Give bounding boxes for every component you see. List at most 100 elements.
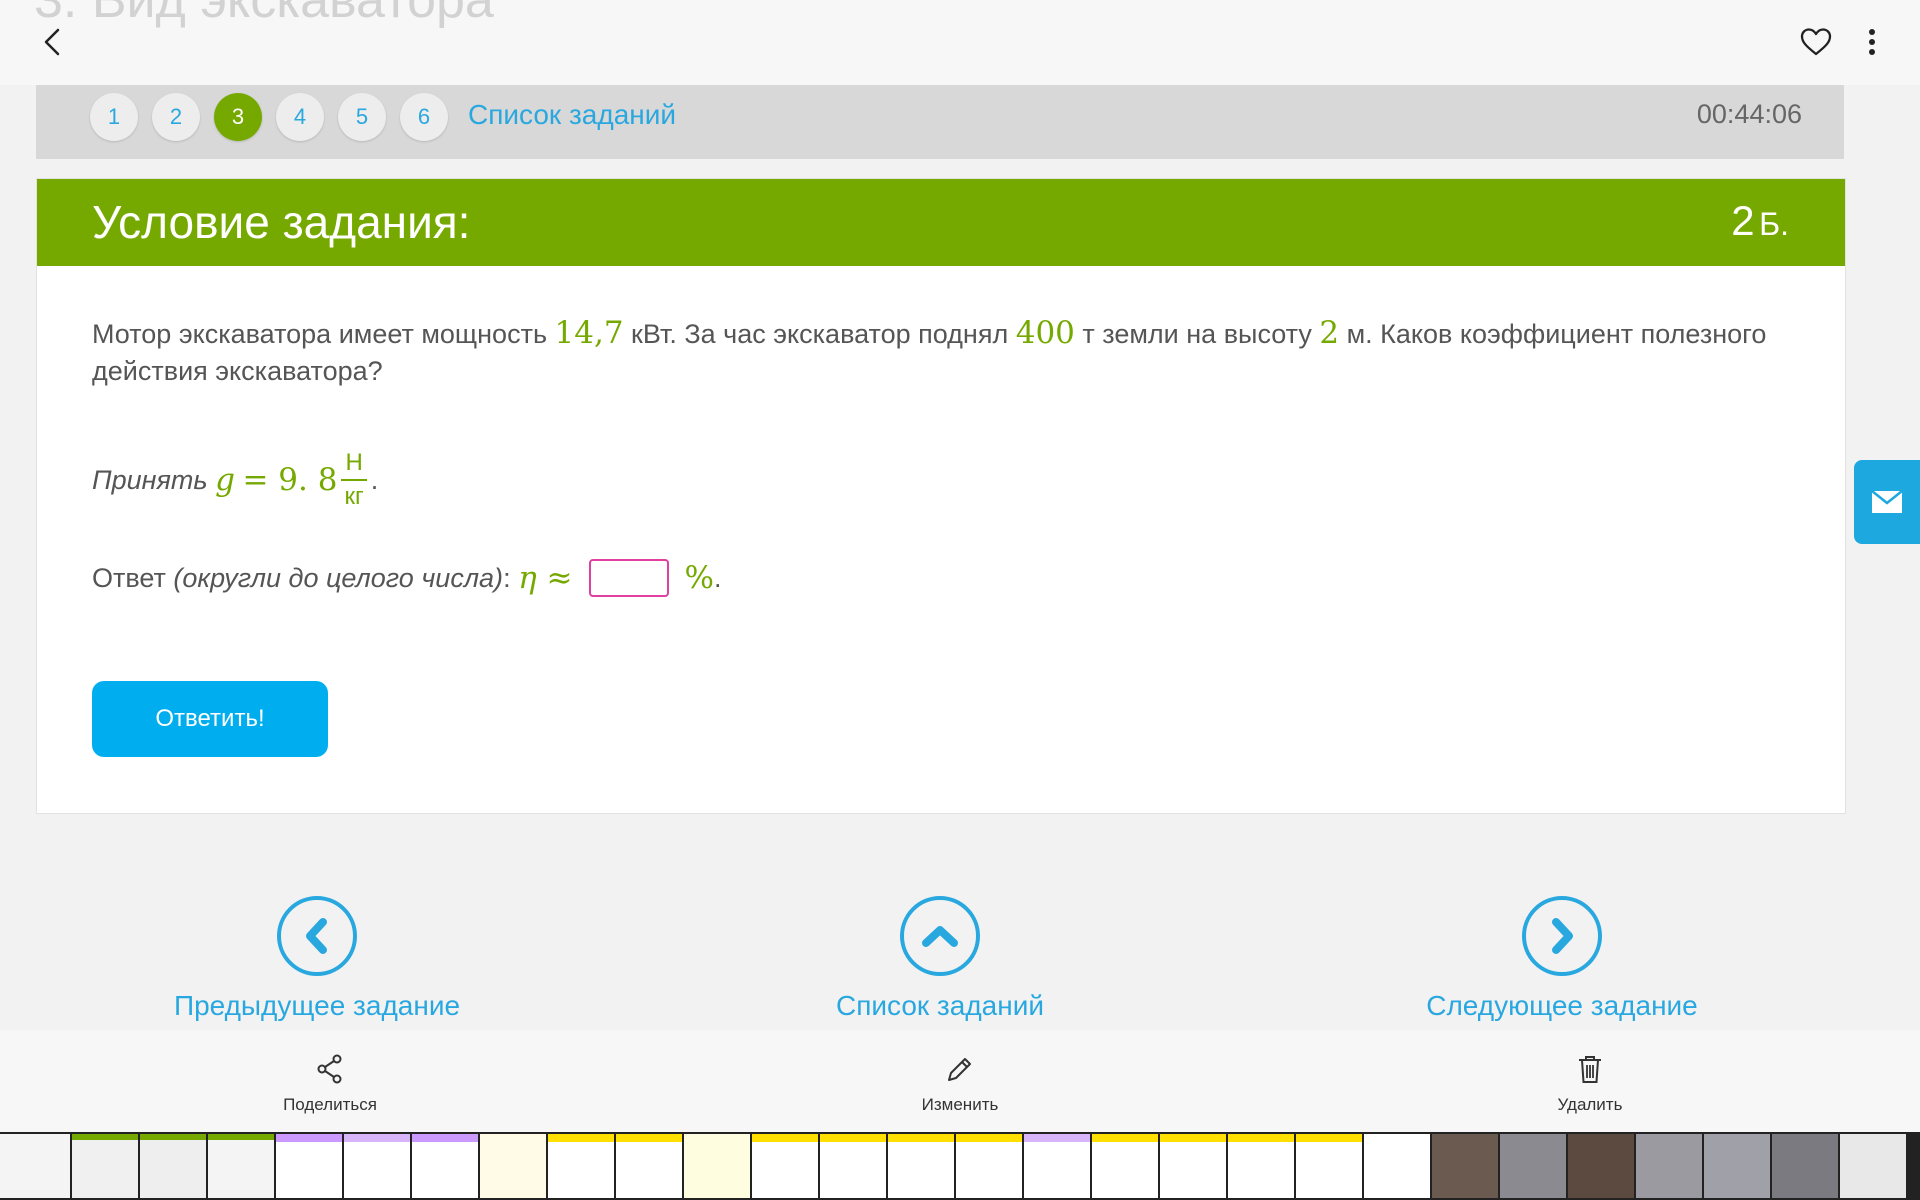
gallery-thumbnail[interactable] [72,1134,138,1198]
answer-colon: : [503,562,511,593]
gallery-thumbnail[interactable] [344,1134,410,1198]
delete-action[interactable]: Удалить [1490,1054,1690,1115]
problem-text-part: Мотор экскаватора имеет мощность [92,319,555,349]
gallery-thumbnail[interactable] [1772,1134,1838,1198]
height-value: 2 [1319,315,1340,351]
edit-label: Изменить [921,1095,999,1114]
mass-value: 400 [1015,315,1075,351]
gallery-thumbnail[interactable] [412,1134,478,1198]
answer-label: Ответ [92,562,166,593]
gallery-thumbnail[interactable] [684,1134,750,1198]
share-label: Поделиться [283,1095,377,1114]
page-title: 3. Вид экскаватора [34,0,494,29]
gallery-thumbnail[interactable] [1092,1134,1158,1198]
gallery-thumbnail[interactable] [276,1134,342,1198]
task-list-label[interactable]: Список заданий [760,990,1120,1022]
task-number-6[interactable]: 6 [400,93,448,141]
unit-fraction: Н кг [341,449,367,511]
gallery-thumbnail[interactable] [956,1134,1022,1198]
gallery-thumbnail[interactable] [480,1134,546,1198]
feedback-mail-tab[interactable] [1854,460,1920,544]
gravity-hint: Принять g = 9. 8 Н кг . [92,435,378,525]
gallery-thumbnail[interactable] [548,1134,614,1198]
next-task-label[interactable]: Следующее задание [1382,990,1742,1022]
gallery-thumbnail[interactable] [1432,1134,1498,1198]
app-bar: 3. Вид экскаватора [0,0,1920,85]
chevron-left-icon [306,918,327,954]
gallery-thumbnail[interactable] [1296,1134,1362,1198]
share-action[interactable]: Поделиться [230,1054,430,1115]
card-title: Условие задания: [92,196,471,248]
action-bar: Поделиться Изменить Удалить [0,1030,1920,1132]
answer-instruction: (округли до целого числа) [173,562,504,593]
points-value: 2 [1731,197,1755,244]
gallery-thumbnail[interactable] [0,1134,70,1198]
hint-variable: g [215,462,235,498]
gallery-thumbnail[interactable] [1704,1134,1770,1198]
task-number-2[interactable]: 2 [152,93,200,141]
gallery-thumbnail[interactable] [1500,1134,1566,1198]
favorite-button[interactable] [1796,22,1836,62]
next-task-nav[interactable]: Следующее задание [1382,896,1742,1022]
gallery-thumbnail[interactable] [140,1134,206,1198]
task-number-1[interactable]: 1 [90,93,138,141]
problem-text: Мотор экскаватора имеет мощность 14,7 кВ… [92,315,1792,390]
answer-input[interactable] [588,559,669,597]
chevron-right-icon [1552,918,1573,954]
delete-label: Удалить [1557,1095,1623,1114]
task-list-circle[interactable] [900,896,980,976]
efficiency-symbol: η ≈ [518,560,573,596]
gallery-thumbnail[interactable] [616,1134,682,1198]
heart-icon [1800,28,1832,56]
gallery-thumbnail[interactable] [820,1134,886,1198]
chevron-up-icon [922,926,958,947]
points-badge: 2 Б. [1731,197,1789,245]
gallery-thumbnail[interactable] [208,1134,274,1198]
answer-row: Ответ (округли до целого числа) : η ≈ % … [92,553,721,603]
gallery-thumbnail[interactable] [888,1134,954,1198]
card-header: Условие задания: 2 Б. [37,179,1845,266]
problem-text-part: кВт. За час экскаватор поднял [623,319,1016,349]
back-button[interactable] [34,22,70,62]
gallery-thumbnail[interactable] [1840,1134,1906,1198]
trash-icon [1579,1056,1601,1083]
pencil-icon [948,1058,971,1081]
gallery-thumbnail[interactable] [1024,1134,1090,1198]
edit-action[interactable]: Изменить [860,1054,1060,1115]
hint-end: . [370,464,379,495]
fraction-denominator: кг [344,483,364,510]
gallery-thumbnail-strip [0,1132,1920,1200]
countdown-timer: 00:44:06 [1696,99,1802,129]
task-list-link[interactable]: Список заданий [468,99,676,131]
points-unit: Б. [1759,206,1789,242]
mail-icon [1871,490,1903,513]
gallery-thumbnail[interactable] [1228,1134,1294,1198]
task-card: Условие задания: 2 Б. Мотор экскаватора … [36,178,1846,814]
percent-unit: % [684,560,714,596]
share-icon [317,1054,342,1084]
task-number-3-current[interactable]: 3 [214,93,262,141]
task-number-4[interactable]: 4 [276,93,324,141]
gallery-thumbnail[interactable] [1364,1134,1430,1198]
gallery-thumbnail[interactable] [1636,1134,1702,1198]
gallery-thumbnail[interactable] [752,1134,818,1198]
next-circle[interactable] [1522,896,1602,976]
previous-task-nav[interactable]: Предыдущее задание [137,896,497,1022]
gallery-thumbnail[interactable] [1568,1134,1634,1198]
more-options-button[interactable] [1854,22,1890,62]
more-vertical-icon [1869,29,1875,55]
hint-value: = 9. 8 [242,462,338,498]
submit-answer-button[interactable]: Ответить! [92,681,328,757]
previous-task-label[interactable]: Предыдущее задание [137,990,497,1022]
answer-end: . [713,562,722,593]
problem-text-part: т земли на высоту [1074,319,1320,349]
previous-circle[interactable] [277,896,357,976]
task-navigation: 1 2 3 4 5 6 Список заданий 00:44:06 [36,85,1844,159]
power-value: 14,7 [554,315,624,351]
task-number-5[interactable]: 5 [338,93,386,141]
hint-prefix: Принять [92,464,208,495]
fraction-numerator: Н [341,449,367,481]
task-list-nav[interactable]: Список заданий [760,896,1120,1022]
back-arrow-icon [44,28,60,56]
gallery-thumbnail[interactable] [1160,1134,1226,1198]
